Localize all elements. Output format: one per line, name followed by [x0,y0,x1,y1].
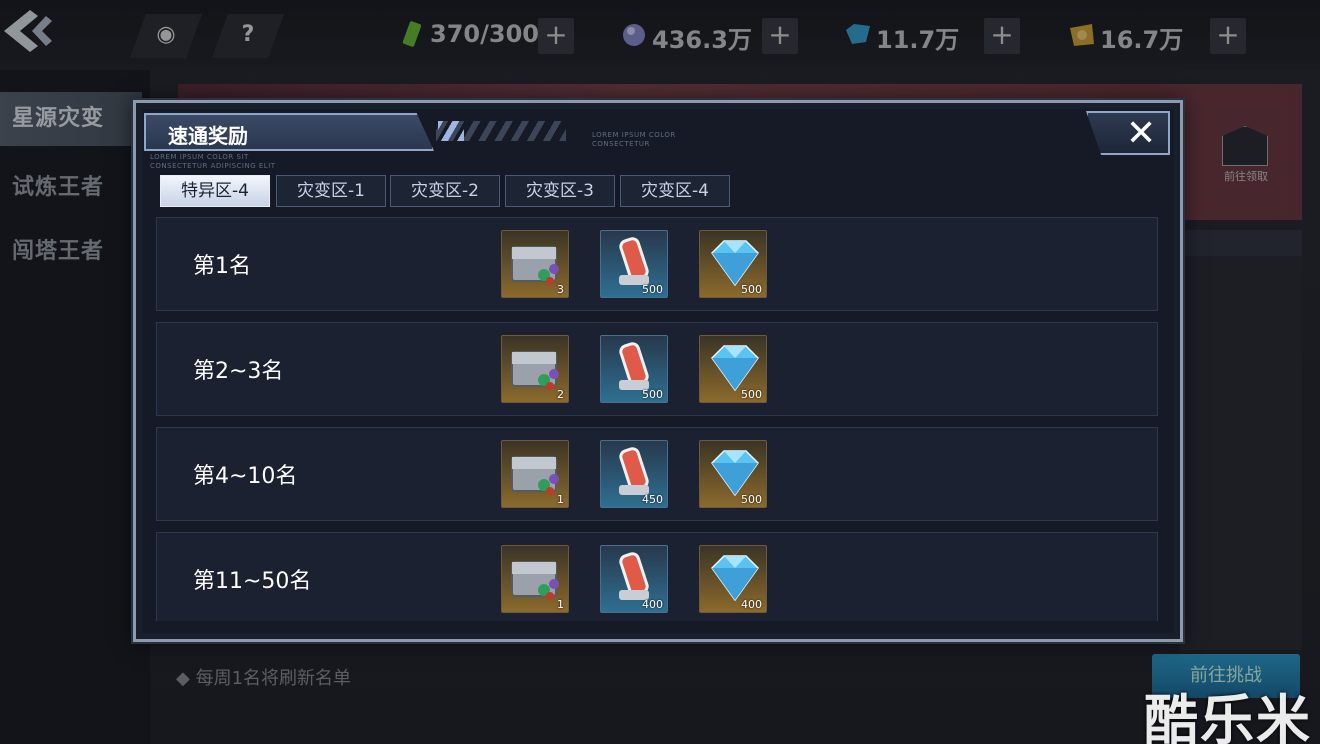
reward-list[interactable]: 第1名 3 500 500 第2~3名 2 500 500 第4~10名 1 4… [156,217,1158,621]
decorative-stripe-highlight [438,121,464,141]
reward-item-diamond[interactable]: 500 [699,335,767,403]
reward-count: 500 [741,493,762,506]
reward-item-chest[interactable]: 1 [501,440,569,508]
tab-disaster-zone-1[interactable]: 灾变区-1 [276,175,386,207]
reward-row: 第1名 3 500 500 [156,217,1158,311]
reward-row: 第4~10名 1 450 500 [156,427,1158,521]
reward-item-capsule[interactable]: 500 [600,335,668,403]
reward-count: 1 [557,598,564,611]
reward-item-diamond[interactable]: 500 [699,230,767,298]
reward-item-diamond[interactable]: 400 [699,545,767,613]
decor-text-left: LOREM IPSUM COLOR SIT CONSECTETUR ADIPIS… [150,153,276,170]
reward-count: 1 [557,493,564,506]
reward-count: 3 [557,283,564,296]
reward-count: 400 [642,598,663,611]
reward-item-diamond[interactable]: 500 [699,440,767,508]
reward-count: 400 [741,598,762,611]
dialog-title-tab: 速通奖励 [144,113,434,151]
reward-item-chest[interactable]: 3 [501,230,569,298]
rank-label: 第4~10名 [193,464,298,489]
reward-count: 500 [741,388,762,401]
reward-item-capsule[interactable]: 500 [600,230,668,298]
close-icon: ✕ [1126,113,1157,154]
reward-item-chest[interactable]: 1 [501,545,569,613]
tab-special-zone-4[interactable]: 特异区-4 [160,175,270,207]
reward-item-chest[interactable]: 2 [501,335,569,403]
reward-item-capsule[interactable]: 450 [600,440,668,508]
decor-text-right: LOREM IPSUM COLOR CONSECTETUR [592,131,676,148]
reward-count: 450 [642,493,663,506]
dialog-title: 速通奖励 [168,124,248,148]
reward-item-capsule[interactable]: 400 [600,545,668,613]
rank-label: 第11~50名 [193,569,312,594]
rank-label: 第1名 [193,254,251,279]
tab-disaster-zone-2[interactable]: 灾变区-2 [390,175,500,207]
watermark: 酷乐米 [1144,689,1312,744]
reward-count: 500 [642,283,663,296]
speedrun-reward-dialog: 速通奖励 LOREM IPSUM COLOR SIT CONSECTETUR A… [133,100,1183,642]
tab-disaster-zone-4[interactable]: 灾变区-4 [620,175,730,207]
reward-count: 500 [741,283,762,296]
reward-count: 500 [642,388,663,401]
reward-row: 第2~3名 2 500 500 [156,322,1158,416]
rank-label: 第2~3名 [193,359,284,384]
reward-row: 第11~50名 1 400 400 [156,532,1158,621]
reward-count: 2 [557,388,564,401]
tab-disaster-zone-3[interactable]: 灾变区-3 [505,175,615,207]
